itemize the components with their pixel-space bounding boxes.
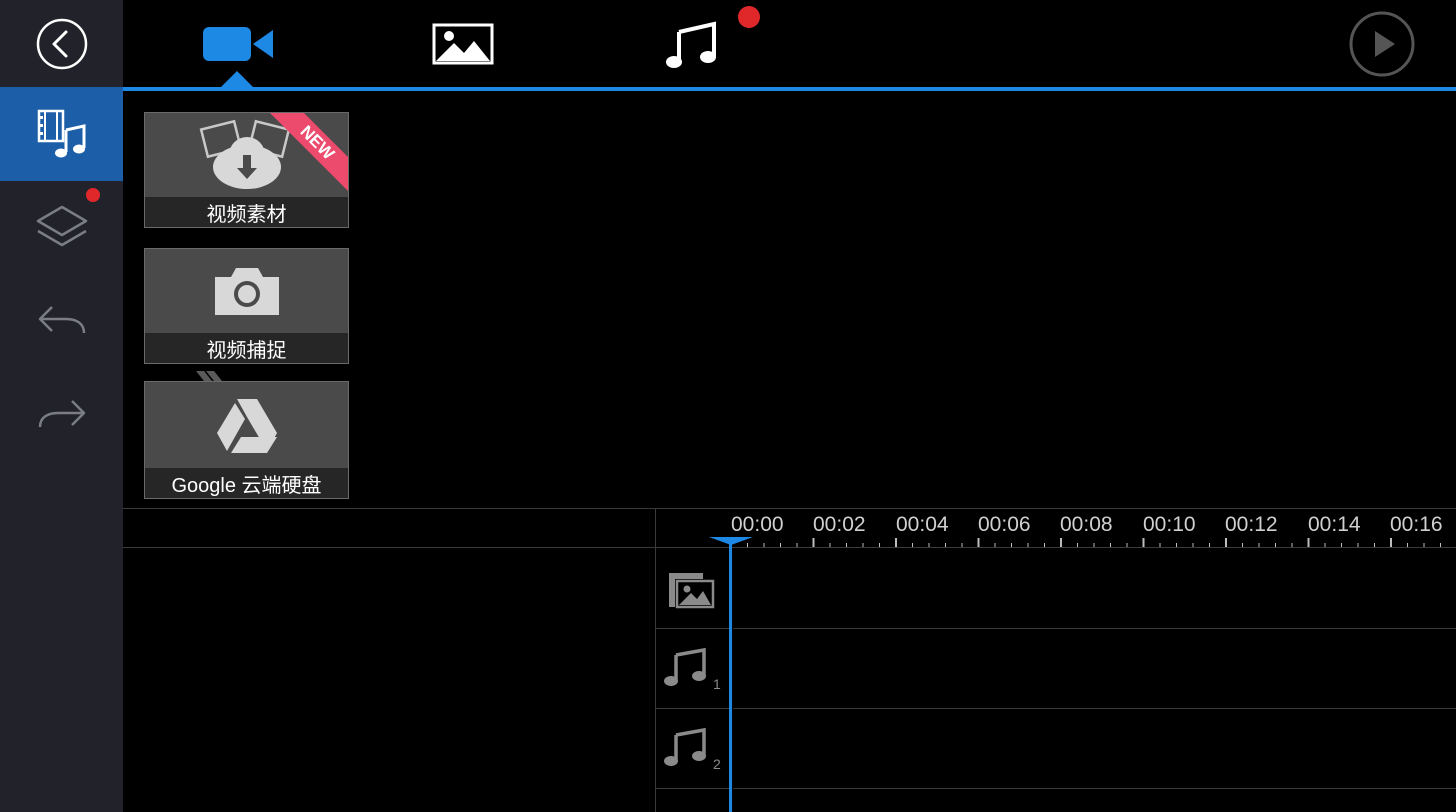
media-type-toolbar xyxy=(123,0,1456,87)
redo-button[interactable] xyxy=(0,369,123,461)
video-track[interactable] xyxy=(656,548,1456,628)
camera-icon xyxy=(145,249,348,333)
ruler-label: 00:10 xyxy=(1143,513,1196,536)
film-music-icon xyxy=(37,109,85,158)
music-note-icon xyxy=(666,20,716,68)
playhead[interactable] xyxy=(729,540,732,812)
music-note-icon xyxy=(662,646,710,688)
music-tab-badge xyxy=(738,6,760,28)
sidebar xyxy=(0,0,123,812)
active-tab-pointer xyxy=(220,71,254,88)
ruler-label: 00:06 xyxy=(978,513,1031,536)
ruler-label: 00:08 xyxy=(1060,513,1113,536)
tile-label: 视频捕捉 xyxy=(145,333,348,363)
track-separator xyxy=(733,788,1456,789)
sidebar-item-media-library[interactable] xyxy=(0,87,123,181)
video-photo-track-icon xyxy=(662,570,718,610)
track-number: 1 xyxy=(713,676,721,692)
video-stock-tile[interactable]: NEW 视频素材 xyxy=(144,112,349,228)
tab-underline xyxy=(123,87,1456,91)
layers-icon xyxy=(36,205,87,247)
undo-button[interactable] xyxy=(0,275,123,367)
music-note-icon xyxy=(662,726,710,768)
undo-arrow-icon xyxy=(38,306,85,334)
google-drive-tile[interactable]: Google 云端硬盘 xyxy=(144,381,349,499)
play-button[interactable] xyxy=(1345,0,1419,87)
track-header-separator xyxy=(656,788,730,789)
tile-label: Google 云端硬盘 xyxy=(145,468,348,498)
tile-label: 视频素材 xyxy=(145,197,348,227)
ruler-label: 00:14 xyxy=(1308,513,1361,536)
ruler-label: 00:04 xyxy=(896,513,949,536)
play-icon xyxy=(1349,11,1415,76)
ruler-label: 00:02 xyxy=(813,513,866,536)
layers-badge xyxy=(86,188,100,202)
tab-photo[interactable] xyxy=(413,0,513,87)
ruler-label: 00:16 xyxy=(1390,513,1443,536)
back-button[interactable] xyxy=(0,0,123,87)
ruler-label: 00:00 xyxy=(731,513,784,536)
video-camera-icon xyxy=(203,26,273,61)
sidebar-item-layers[interactable] xyxy=(0,181,123,273)
google-drive-icon xyxy=(145,382,348,468)
audio-track-2[interactable] xyxy=(656,709,1456,789)
video-capture-tile[interactable]: 视频捕捉 xyxy=(144,248,349,364)
audio-track-1[interactable] xyxy=(656,629,1456,709)
back-circle-icon xyxy=(36,18,87,69)
track-number: 2 xyxy=(713,756,721,772)
image-icon xyxy=(432,23,494,64)
tab-music[interactable] xyxy=(641,0,741,87)
tile-tab-stripes xyxy=(196,371,222,381)
redo-arrow-icon xyxy=(38,400,85,428)
ruler-label: 00:12 xyxy=(1225,513,1278,536)
